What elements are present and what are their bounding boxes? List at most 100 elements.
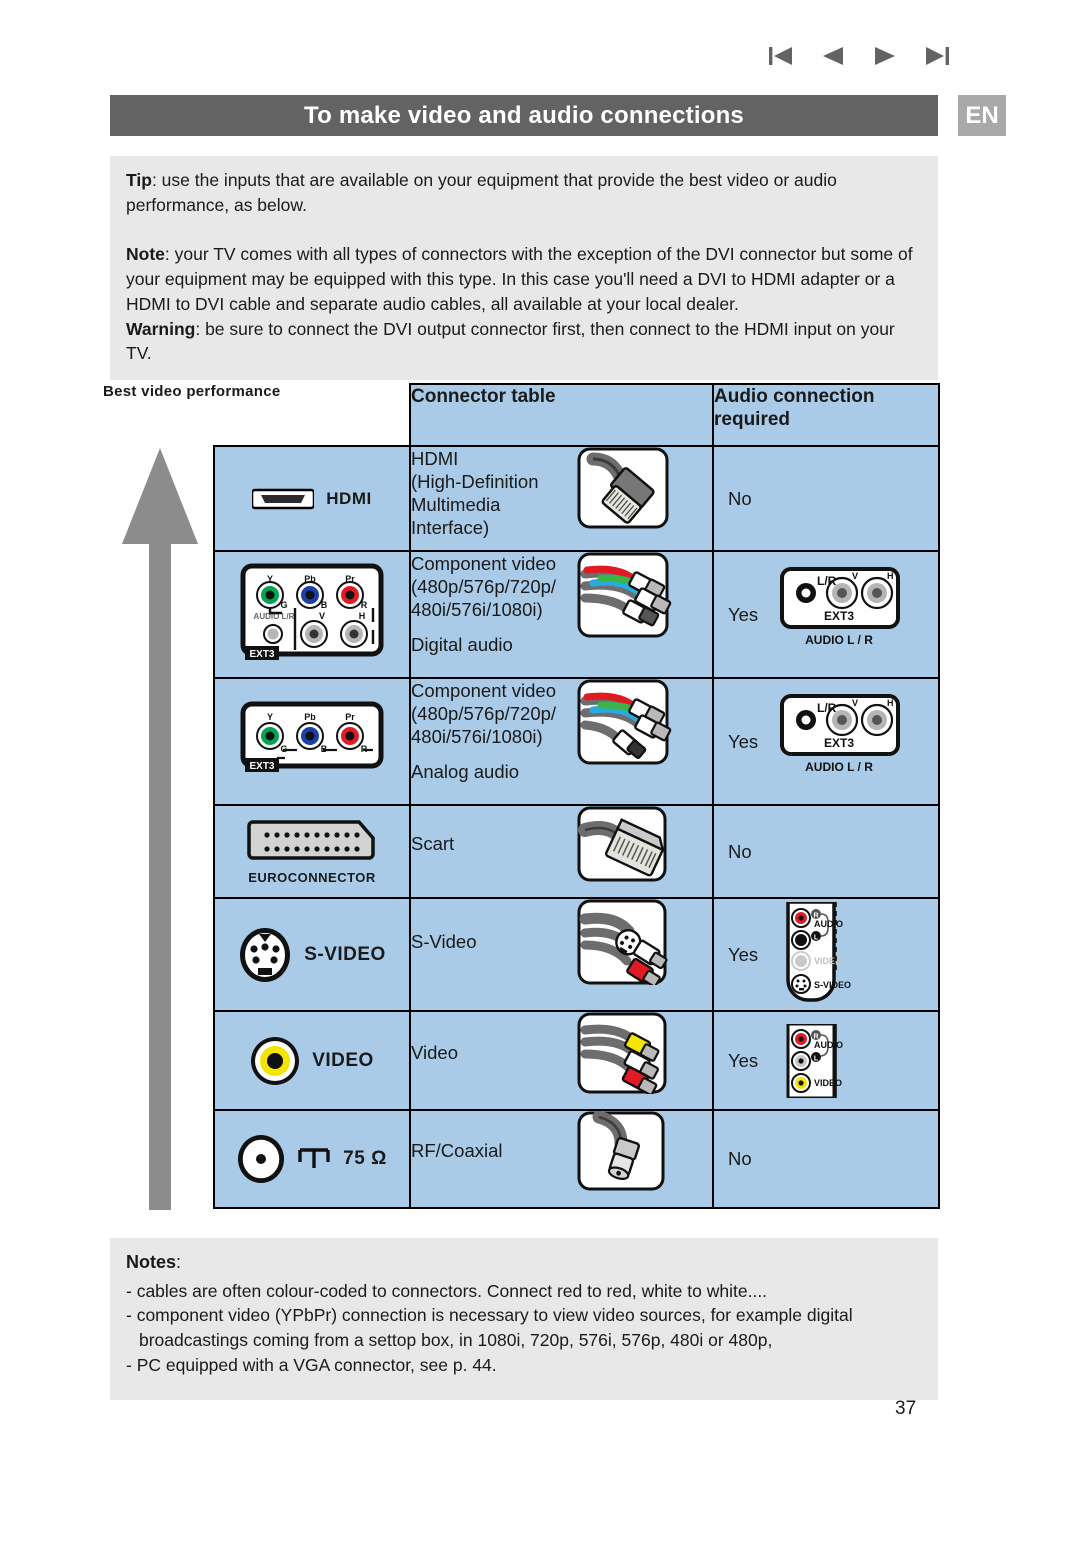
component-cable-icon xyxy=(577,552,687,640)
coaxial-cable-icon xyxy=(577,1111,677,1191)
note-paragraph: Note: your TV comes with all types of co… xyxy=(126,242,922,317)
tip-label: Tip xyxy=(126,170,152,190)
component-digital-description: Component video (480p/576p/720p/ 480i/57… xyxy=(411,552,571,657)
svg-text:AUDIO: AUDIO xyxy=(814,1040,843,1050)
scart-audio-cell: No xyxy=(712,804,940,899)
scart-description-cell: Scart xyxy=(409,804,714,899)
desc-line: Component video xyxy=(411,553,557,574)
hdmi-cable-icon xyxy=(577,447,669,529)
note-item: - PC equipped with a VGA connector, see … xyxy=(126,1355,497,1376)
composite-video-description: Video xyxy=(411,1042,458,1064)
component-cable-icon xyxy=(577,679,687,767)
svg-text:Pb: Pb xyxy=(304,712,316,722)
audio-required-value: No xyxy=(728,487,752,509)
first-page-icon[interactable] xyxy=(768,44,794,68)
page-title: To make video and audio connections xyxy=(110,95,938,136)
hdmi-description: HDMI (High-Definition Multimedia Interfa… xyxy=(411,447,571,540)
warning-paragraph: Warning: be sure to connect the DVI outp… xyxy=(126,317,922,367)
composite-video-port-label: VIDEO xyxy=(312,1049,374,1071)
note-text: : your TV comes with all types of connec… xyxy=(126,244,913,314)
svg-text:EXT3: EXT3 xyxy=(824,736,854,750)
note-warning-box: Note: your TV comes with all types of co… xyxy=(110,230,938,381)
audio-required-value: Yes xyxy=(728,730,759,752)
audio-required-value: No xyxy=(728,840,752,862)
svg-text:L: L xyxy=(814,934,819,941)
audio-required-value: No xyxy=(728,1148,752,1169)
scart-description: Scart xyxy=(411,833,455,855)
component-analog-description-cell: Component video (480p/576p/720p/ 480i/57… xyxy=(409,677,714,806)
desc-line: Multimedia xyxy=(411,494,501,516)
desc-line: (480p/576p/720p/ xyxy=(411,576,557,598)
table-row: Y Pb Pr GBR EXT3 Component video (480p/5… xyxy=(213,677,940,806)
notes-box: Notes: - cables are often colour-coded t… xyxy=(110,1238,938,1400)
notes-title: Notes: xyxy=(126,1250,922,1276)
tip-paragraph: Tip: use the inputs that are available o… xyxy=(126,168,922,218)
audio-required-value: Yes xyxy=(728,603,759,625)
desc-line: 480i/576i/1080i) xyxy=(411,726,543,748)
table-row: HDMI HDMI (High-Definition Multimedia In… xyxy=(213,445,940,552)
table-row: S-VIDEO S-Video Yes R L AUDIO VIDEO S-VI… xyxy=(213,897,940,1012)
desc-line: HDMI xyxy=(411,448,459,469)
svg-text:AUDIO L / R: AUDIO L / R xyxy=(805,633,873,647)
scart-port-cell: EUROCONNECTOR xyxy=(213,804,411,899)
desc-line: Analog audio xyxy=(411,761,520,783)
desc-line: (High-Definition xyxy=(411,471,539,493)
s-video-audio-cell: Yes R L AUDIO VIDEO S-VIDEO xyxy=(712,897,940,1012)
svg-text:V: V xyxy=(852,698,858,708)
header-audio-required: Audio connection required xyxy=(712,383,940,447)
table-header-row: Connector table Audio connection require… xyxy=(214,383,940,447)
desc-line: 480i/576i/1080i) xyxy=(411,599,543,621)
note-item: - component video (YPbPr) connection is … xyxy=(126,1305,853,1326)
composite-video-port-icon xyxy=(250,1036,300,1086)
hdmi-port-label: HDMI xyxy=(326,488,372,508)
composite-video-description-cell: Video xyxy=(409,1010,714,1111)
svg-text:EXT3: EXT3 xyxy=(249,649,274,660)
side-svideo-panel-icon: R L AUDIO VIDEO S-VIDEO xyxy=(774,901,872,1008)
connector-table: Connector table Audio connection require… xyxy=(213,383,940,1209)
svg-text:Y: Y xyxy=(267,712,273,722)
audio-required-value: Yes xyxy=(728,1049,759,1071)
component-video-panel-icon: Y Pb Pr GBR EXT3 xyxy=(237,700,387,784)
header-connector-table: Connector table xyxy=(409,383,714,447)
hdmi-audio-cell: No xyxy=(712,445,940,552)
side-video-panel-icon: R L AUDIO VIDEO xyxy=(774,1023,872,1098)
scart-cable-icon xyxy=(577,806,677,882)
svg-text:L: L xyxy=(814,1055,819,1062)
svg-text:EXT3: EXT3 xyxy=(249,761,274,772)
svg-text:V: V xyxy=(852,571,858,581)
svg-text:AUDIO: AUDIO xyxy=(814,919,843,929)
component-analog-description: Component video (480p/576p/720p/ 480i/57… xyxy=(411,679,571,784)
warning-label: Warning xyxy=(126,318,196,339)
previous-page-icon[interactable] xyxy=(820,44,846,68)
page-number: 37 xyxy=(895,1398,917,1419)
s-video-port-label: S-VIDEO xyxy=(304,943,386,965)
audio-required-value: Yes xyxy=(728,943,759,965)
component-digital-description-cell: Component video (480p/576p/720p/ 480i/57… xyxy=(409,550,714,679)
table-row: VIDEO Video Yes R L AUDIO VIDEO xyxy=(213,1010,940,1111)
rf-impedance-label: 75 Ω xyxy=(343,1148,387,1169)
next-page-icon[interactable] xyxy=(872,44,898,68)
s-video-description-cell: S-Video xyxy=(409,897,714,1012)
svg-text:VIDEO: VIDEO xyxy=(814,956,842,966)
note-item: broadcastings coming from a settop box, … xyxy=(139,1330,773,1351)
composite-video-port-cell: VIDEO xyxy=(213,1010,411,1111)
s-video-port-icon xyxy=(238,926,292,984)
hdmi-port-cell: HDMI xyxy=(213,445,411,552)
tip-box: Tip: use the inputs that are available o… xyxy=(110,156,938,232)
ext3-lr-label: L/R xyxy=(817,574,837,588)
rf-coaxial-description: RF/Coaxial xyxy=(411,1140,503,1162)
rf-coaxial-description-cell: RF/Coaxial xyxy=(409,1109,714,1209)
notes-title-label: Notes xyxy=(126,1252,177,1272)
component-digital-audio-cell: Yes L/R V H EXT3 AUDIO L / R xyxy=(712,550,940,679)
note-item: - cables are often colour-coded to conne… xyxy=(126,1280,768,1301)
table-row: 75 Ω RF/Coaxial No xyxy=(213,1109,940,1209)
last-page-icon[interactable] xyxy=(924,44,950,68)
s-video-description: S-Video xyxy=(411,931,477,953)
svg-text:Pr: Pr xyxy=(345,712,355,722)
svg-text:L/R: L/R xyxy=(817,701,837,715)
s-video-cable-icon xyxy=(577,899,687,985)
rf-coaxial-audio-cell: No xyxy=(712,1109,940,1209)
desc-line: Interface) xyxy=(411,517,490,539)
svg-text:VIDEO: VIDEO xyxy=(814,1078,842,1088)
svg-text:H: H xyxy=(887,571,894,581)
